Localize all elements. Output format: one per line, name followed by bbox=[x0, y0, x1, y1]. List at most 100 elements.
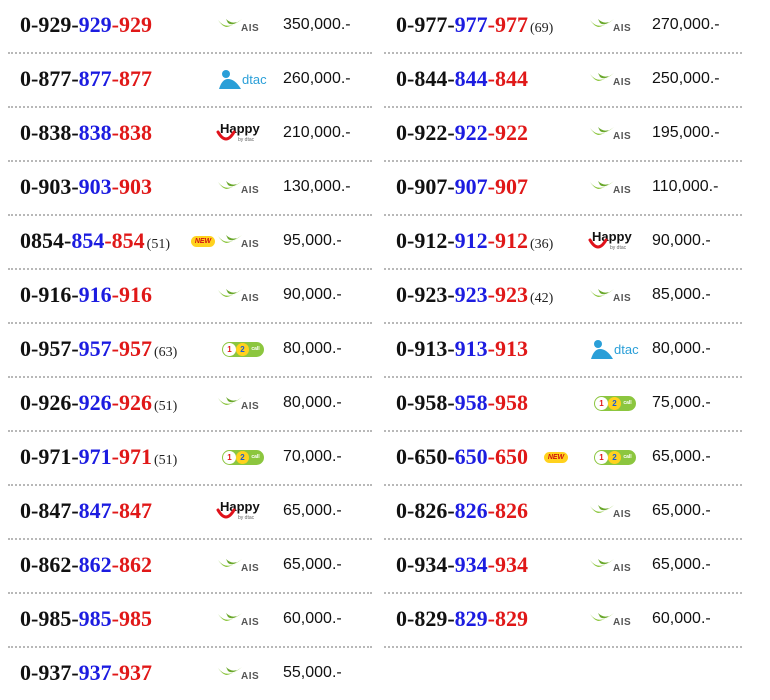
number-listing-row[interactable]: 0-903-903-903 AIS 130,000.- bbox=[8, 162, 372, 216]
phone-number[interactable]: 0-923-923-923 (42) bbox=[396, 282, 553, 308]
phone-number[interactable]: 0-650-650-650 bbox=[396, 444, 528, 470]
new-badge: NEW bbox=[544, 452, 568, 463]
phone-number[interactable]: 0-838-838-838 bbox=[20, 120, 152, 146]
number-listing-row[interactable]: 0-650-650-650 NEW 1 2 call 65,000.- bbox=[384, 432, 742, 486]
number-listing-row[interactable]: 0-912-912-912 (36) Happy by dtac 90,000.- bbox=[384, 216, 742, 270]
phone-number[interactable]: 0-829-829-829 bbox=[396, 606, 528, 632]
ais-logo-text: AIS bbox=[613, 617, 632, 628]
number-listing-row[interactable]: 0-826-826-826 AIS 65,000.- bbox=[384, 486, 742, 540]
one-two-call-digit: call bbox=[621, 451, 634, 464]
one-two-call-badge-icon: 1 2 call bbox=[222, 450, 264, 465]
price: 90,000.- bbox=[283, 286, 342, 303]
number-listing-row[interactable]: 0-913-913-913 dtac 80,000.- bbox=[384, 324, 742, 378]
number-suffix: -977 bbox=[487, 12, 528, 37]
dtac-logo: dtac bbox=[214, 66, 272, 92]
number-prefix: 0-937- bbox=[20, 660, 79, 685]
number-listing-row[interactable]: 0-907-907-907 AIS 110,000.- bbox=[384, 162, 742, 216]
number-prefix: 0-923- bbox=[396, 282, 455, 307]
ais-swoosh-icon bbox=[590, 559, 614, 567]
number-middle: 957 bbox=[78, 336, 112, 361]
phone-number[interactable]: 0-926-926-926 (51) bbox=[20, 390, 177, 416]
price: 130,000.- bbox=[283, 178, 351, 195]
ais-logo-text: AIS bbox=[241, 23, 260, 34]
phone-number[interactable]: 0854-854-854 (51) bbox=[20, 228, 170, 254]
number-listing-row[interactable]: 0-934-934-934 AIS 65,000.- bbox=[384, 540, 742, 594]
phone-number[interactable]: 0-877-877-877 bbox=[20, 66, 152, 92]
number-middle: 926 bbox=[78, 390, 112, 415]
happy-logo-subtext: by dtac bbox=[238, 137, 255, 143]
one-two-call-digit: call bbox=[621, 397, 634, 410]
number-middle: 907 bbox=[454, 174, 488, 199]
happy-smile-icon bbox=[216, 508, 236, 519]
number-middle: 934 bbox=[454, 552, 488, 577]
phone-number[interactable]: 0-937-937-937 bbox=[20, 660, 152, 686]
phone-number[interactable]: 0-971-971-971 (51) bbox=[20, 444, 177, 470]
number-listing-row[interactable]: 0-877-877-877 dtac 260,000.- bbox=[8, 54, 372, 108]
number-listing-row[interactable]: 0-958-958-958 1 2 call 75,000.- bbox=[384, 378, 742, 432]
price: 60,000.- bbox=[283, 610, 342, 627]
number-middle: 916 bbox=[78, 282, 112, 307]
ais-logo-text: AIS bbox=[613, 131, 632, 142]
one-two-call-logo: 1 2 call bbox=[586, 390, 644, 416]
number-suffix: -829 bbox=[487, 606, 528, 631]
price: 80,000.- bbox=[283, 340, 342, 357]
happy-logo-subtext: by dtac bbox=[610, 245, 627, 251]
number-listing-row[interactable]: 0-862-862-862 AIS 65,000.- bbox=[8, 540, 372, 594]
ais-logo: AIS bbox=[586, 120, 644, 146]
one-two-call-digit: 2 bbox=[608, 397, 621, 410]
happy-smile-icon bbox=[216, 130, 236, 141]
number-listing-row[interactable]: 0-937-937-937 AIS 55,000.- bbox=[8, 648, 372, 700]
phone-number[interactable]: 0-847-847-847 bbox=[20, 498, 152, 524]
ais-logo-text: AIS bbox=[241, 239, 260, 250]
ais-logo: AIS bbox=[586, 12, 644, 38]
phone-number[interactable]: 0-957-957-957 (63) bbox=[20, 336, 177, 362]
one-two-call-digit: 2 bbox=[236, 451, 249, 464]
number-middle: 844 bbox=[454, 66, 488, 91]
number-listing-row[interactable]: 0-985-985-985 AIS 60,000.- bbox=[8, 594, 372, 648]
number-listing-row[interactable]: 0-916-916-916 AIS 90,000.- bbox=[8, 270, 372, 324]
phone-number[interactable]: 0-977-977-977 (69) bbox=[396, 12, 553, 38]
phone-number[interactable]: 0-903-903-903 bbox=[20, 174, 152, 200]
phone-number[interactable]: 0-862-862-862 bbox=[20, 552, 152, 578]
phone-number[interactable]: 0-916-916-916 bbox=[20, 282, 152, 308]
number-listing-row[interactable]: 0-929-929-929 AIS 350,000.- bbox=[8, 0, 372, 54]
ais-swoosh-icon bbox=[218, 667, 242, 675]
one-two-call-logo: 1 2 call bbox=[214, 336, 272, 362]
phone-number[interactable]: 0-907-907-907 bbox=[396, 174, 528, 200]
phone-number[interactable]: 0-844-844-844 bbox=[396, 66, 528, 92]
digit-sum: (63) bbox=[153, 345, 178, 360]
number-listing-row[interactable]: 0-847-847-847 Happy by dtac 65,000.- bbox=[8, 486, 372, 540]
price: 65,000.- bbox=[652, 556, 711, 573]
number-listing-row[interactable]: 0-844-844-844 AIS 250,000.- bbox=[384, 54, 742, 108]
number-listing-row[interactable]: 0-971-971-971 (51) 1 2 call 70,000.- bbox=[8, 432, 372, 486]
phone-number[interactable]: 0-958-958-958 bbox=[396, 390, 528, 416]
number-listing-row[interactable]: 0-957-957-957 (63) 1 2 call 80,000.- bbox=[8, 324, 372, 378]
phone-number[interactable]: 0-929-929-929 bbox=[20, 12, 152, 38]
phone-number[interactable]: 0-934-934-934 bbox=[396, 552, 528, 578]
number-listing-row[interactable]: 0-926-926-926 (51) AIS 80,000.- bbox=[8, 378, 372, 432]
number-suffix: -650 bbox=[487, 444, 528, 469]
number-suffix: -854 bbox=[104, 228, 145, 253]
number-suffix: -862 bbox=[111, 552, 152, 577]
number-prefix: 0-913- bbox=[396, 336, 455, 361]
price: 70,000.- bbox=[283, 448, 342, 465]
left-number-column: 0-929-929-929 AIS 350,000.- 0-877-877-877 dt… bbox=[8, 0, 372, 700]
ais-logo-text: AIS bbox=[241, 671, 260, 682]
ais-swoosh-icon bbox=[590, 127, 614, 135]
phone-number[interactable]: 0-913-913-913 bbox=[396, 336, 528, 362]
number-listing-row[interactable]: 0-829-829-829 AIS 60,000.- bbox=[384, 594, 742, 648]
happy-smile-icon bbox=[588, 238, 608, 249]
happy-logo: Happy by dtac bbox=[214, 498, 272, 524]
number-listing-row[interactable]: 0-923-923-923 (42) AIS 85,000.- bbox=[384, 270, 742, 324]
phone-number[interactable]: 0-912-912-912 (36) bbox=[396, 228, 553, 254]
number-listing-row[interactable]: 0-977-977-977 (69) AIS 270,000.- bbox=[384, 0, 742, 54]
number-listing-row[interactable]: 0-922-922-922 AIS 195,000.- bbox=[384, 108, 742, 162]
number-listing-row[interactable]: 0854-854-854 (51) NEW AIS 95,000.- bbox=[8, 216, 372, 270]
phone-number[interactable]: 0-985-985-985 bbox=[20, 606, 152, 632]
ais-logo: AIS bbox=[214, 552, 272, 578]
number-listing-row[interactable]: 0-838-838-838 Happy by dtac 210,000.- bbox=[8, 108, 372, 162]
phone-number[interactable]: 0-826-826-826 bbox=[396, 498, 528, 524]
digit-sum: (69) bbox=[529, 21, 554, 36]
price: 75,000.- bbox=[652, 394, 711, 411]
phone-number[interactable]: 0-922-922-922 bbox=[396, 120, 528, 146]
